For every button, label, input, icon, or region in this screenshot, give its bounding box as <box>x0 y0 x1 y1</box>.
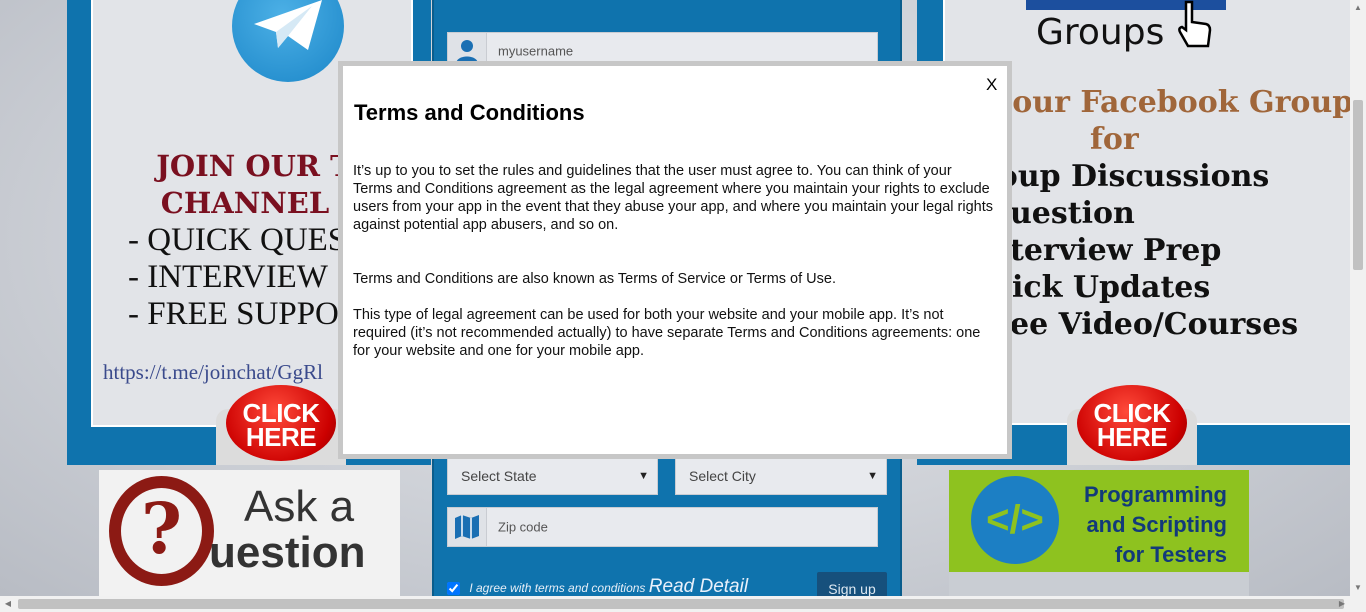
state-select[interactable]: Select State ▼ <box>447 457 658 495</box>
scroll-down-icon[interactable]: ▼ <box>1350 580 1366 596</box>
zip-code-placeholder: Zip code <box>498 519 548 535</box>
scroll-right-icon[interactable]: ▶ <box>1334 596 1350 612</box>
city-select-value: Select City <box>689 468 756 484</box>
programming-scripting-tile[interactable]: </> Programming and Scripting for Tester… <box>949 470 1249 596</box>
horizontal-scroll-thumb[interactable] <box>18 599 1344 609</box>
hand-cursor-icon <box>1178 0 1212 48</box>
modal-paragraph-3: This type of legal agreement can be used… <box>353 307 981 359</box>
click-here-line2: HERE <box>245 422 317 452</box>
telegram-feature-list: - QUICK QUES - INTERVIEW - FREE SUPPO <box>128 222 346 333</box>
chevron-down-icon: ▼ <box>638 470 649 482</box>
click-here-badge: CLICK HERE <box>1077 385 1187 461</box>
programming-tile-strip <box>949 572 1249 596</box>
ask-question-tile[interactable]: ? Ask a uestion <box>99 470 400 596</box>
telegram-feature-item: - INTERVIEW <box>128 259 328 295</box>
telegram-invite-link[interactable]: https://t.me/joinchat/GgRl <box>103 360 323 385</box>
city-select[interactable]: Select City ▼ <box>675 457 887 495</box>
read-detail-link[interactable]: Read Detail <box>649 576 748 597</box>
vertical-scrollbar[interactable]: ▲ ▼ <box>1350 0 1366 596</box>
telegram-feature-item: - QUICK QUES <box>128 222 347 258</box>
zip-code-field[interactable]: Zip code <box>447 507 878 547</box>
ask-tile-line1: Ask a <box>244 482 355 531</box>
terms-agreement: I agree with terms and conditions Read D… <box>447 576 748 598</box>
vertical-scroll-thumb[interactable] <box>1353 100 1363 270</box>
telegram-click-here-button[interactable]: CLICK HERE <box>216 385 346 465</box>
terms-checkbox[interactable] <box>447 582 460 596</box>
facebook-groups-banner[interactable]: Groups <box>1026 0 1226 53</box>
click-here-line2: HERE <box>1096 422 1168 452</box>
groups-label: Groups <box>1036 12 1165 53</box>
prog-tile-line1: Programming <box>1083 482 1227 507</box>
state-select-value: Select State <box>461 468 537 484</box>
prog-tile-line3: for Testers <box>1114 542 1227 567</box>
modal-title: Terms and Conditions <box>354 100 585 125</box>
facebook-title-line1: n our Facebook Group <box>980 85 1354 120</box>
question-icon: ? <box>109 476 214 586</box>
facebook-click-here-button[interactable]: CLICK HERE <box>1067 385 1197 465</box>
username-value: myusername <box>498 43 574 59</box>
facebook-title: n our Facebook Group for <box>960 84 1354 158</box>
prog-tile-line2: and Scripting <box>1086 512 1227 537</box>
code-icon: </> <box>971 476 1059 564</box>
ask-tile-line2: uestion <box>209 528 366 577</box>
click-here-badge: CLICK HERE <box>226 385 336 461</box>
modal-paragraph-2: Terms and Conditions are also known as T… <box>353 271 836 287</box>
close-button[interactable]: X <box>986 75 997 95</box>
terms-agreement-label: I agree with terms and conditions <box>469 581 646 595</box>
facebook-title-line2: for <box>1090 122 1139 157</box>
scroll-left-icon[interactable]: ◀ <box>0 596 16 612</box>
programming-tile-text: Programming and Scripting for Testers <box>1084 480 1227 570</box>
chevron-down-icon: ▼ <box>867 470 878 482</box>
scroll-up-icon[interactable]: ▲ <box>1350 0 1366 16</box>
modal-paragraph-1: It’s up to you to set the rules and guid… <box>353 163 993 233</box>
horizontal-scrollbar[interactable]: ◀ ▶ <box>0 596 1366 612</box>
terms-modal: X Terms and Conditions It’s up to you to… <box>338 61 1012 459</box>
telegram-feature-item: - FREE SUPPO <box>128 296 339 332</box>
map-icon <box>448 508 487 546</box>
